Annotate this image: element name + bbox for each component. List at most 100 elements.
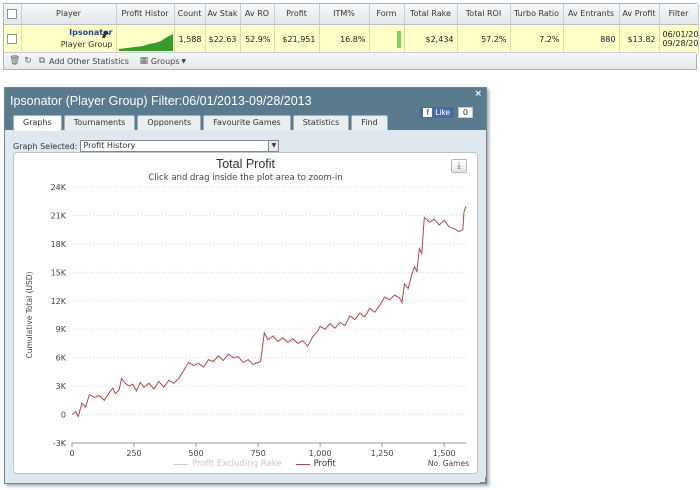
col-av-stake[interactable]: Av Stak (205, 4, 241, 25)
tab-find[interactable]: Find (351, 115, 388, 130)
x-axis-title: No. Games (427, 459, 469, 468)
player-cell[interactable]: Ipsonator Player Group (21, 24, 117, 54)
groups-button[interactable]: ▦ Groups ▼ (139, 56, 186, 66)
trash-icon[interactable]: 🗑 (9, 56, 20, 66)
total-roi-cell: 57.2% (457, 24, 511, 54)
profit-history-sparkline-cell (116, 24, 175, 54)
legend-line-swatch (174, 463, 188, 465)
col-count[interactable]: Count (174, 4, 206, 25)
profit-chart[interactable]: Total Profit Click and drag inside the p… (13, 152, 478, 474)
facebook-like-button[interactable]: f Like (419, 107, 454, 118)
player-group-label: Player Group (60, 40, 113, 49)
chart-plot-area[interactable]: -3K03K6K9K12K15K18K21K24K0 250 500 750 1,000… (14, 153, 479, 475)
col-av-entrants[interactable]: Av Entrants (563, 4, 620, 25)
stats-table: Player Profit Histor Count Av Stak Av RO… (4, 4, 699, 54)
player-graph-dialog: Ipsonator (Player Group) Filter:06/01/20… (4, 87, 487, 484)
graph-select[interactable]: Profit History ▼ (80, 140, 280, 152)
legend-item-profit-excluding-rake[interactable]: Profit Excluding Rake (174, 459, 282, 469)
tab-statistics[interactable]: Statistics (292, 115, 350, 130)
legend-label: Profit (313, 459, 336, 469)
av-stake-cell: $22.63 (205, 24, 241, 54)
rider-icon (101, 30, 109, 38)
copy-icon: ⧉ (38, 56, 46, 66)
graph-select-value: Profit History (83, 141, 136, 150)
count-cell: 1,588 (174, 24, 206, 54)
select-all-header[interactable] (4, 4, 22, 25)
col-av-roi[interactable]: Av RO (240, 4, 275, 25)
col-total-rake[interactable]: Total Rake (404, 4, 458, 25)
facebook-like-widget[interactable]: f Like 0 (419, 107, 473, 118)
col-player[interactable]: Player (21, 4, 117, 25)
dialog-header[interactable]: Ipsonator (Player Group) Filter:06/01/20… (5, 88, 486, 131)
stats-panel: Player Profit Histor Count Av Stak Av RO… (3, 3, 699, 70)
legend-item-profit[interactable]: Profit (295, 459, 336, 469)
itm-cell: 16.8% (319, 24, 370, 54)
profit-cell: $21,951 (274, 24, 320, 54)
col-total-roi[interactable]: Total ROI (457, 4, 511, 25)
tab-graphs[interactable]: Graphs (13, 115, 62, 131)
y-tick-label: 6K (56, 354, 67, 363)
y-tick-label: 18K (51, 240, 67, 249)
add-other-statistics-button[interactable]: ⧉ Add Other Statistics (37, 56, 129, 66)
dialog-tabs: Graphs Tournaments Opponents Favourite G… (13, 115, 388, 131)
col-filter[interactable]: Filter (659, 4, 699, 25)
filter-start-date: 06/01/20 (662, 30, 698, 39)
y-tick-label: 9K (56, 325, 67, 334)
tab-tournaments[interactable]: Tournaments (63, 115, 136, 130)
col-profit-history[interactable]: Profit Histor (116, 4, 175, 25)
sparkline-fill (118, 33, 173, 51)
x-tick-label: 750 (250, 449, 265, 458)
series-line-profit (71, 206, 467, 418)
y-tick-label: 0 (61, 411, 66, 420)
av-profit-cell: $13.82 (619, 24, 660, 54)
col-profit[interactable]: Profit (274, 4, 320, 25)
row-checkbox[interactable] (7, 34, 18, 44)
table-header-row: Player Profit Histor Count Av Stak Av RO… (4, 4, 699, 25)
facebook-icon: f (423, 108, 433, 117)
chart-legend: Profit Excluding Rake Profit (174, 459, 336, 469)
col-av-profit[interactable]: Av Profit (619, 4, 660, 25)
col-form[interactable]: Form (369, 4, 405, 25)
table-row[interactable]: Ipsonator Player Group 1,588 $22.63 52.9… (4, 24, 699, 54)
form-bar (396, 30, 401, 48)
y-tick-label: 21K (51, 211, 67, 220)
x-tick-label: 500 (188, 449, 203, 458)
resize-grip[interactable] (480, 477, 486, 483)
profit-sparkline (118, 33, 173, 51)
tab-opponents[interactable]: Opponents (137, 115, 202, 130)
x-tick-label: 1,500 (433, 449, 456, 458)
x-tick-label: 0 (69, 449, 74, 458)
av-entrants-cell: 880 (563, 24, 620, 54)
x-tick-label: 1,250 (371, 449, 394, 458)
col-turbo-ratio[interactable]: Turbo Ratio (510, 4, 564, 25)
legend-label: Profit Excluding Rake (192, 459, 282, 469)
graph-selector-row: Graph Selected: Profit History ▼ (13, 140, 280, 152)
graph-selected-label: Graph Selected: (13, 141, 78, 151)
turbo-ratio-cell: 7.2% (510, 24, 564, 54)
x-tick-label: 1,000 (309, 449, 332, 458)
tab-favourite-games[interactable]: Favourite Games (203, 115, 291, 130)
y-tick-label: 15K (51, 268, 67, 277)
av-roi-cell: 52.9% (240, 24, 275, 54)
table-toolbar: 🗑 ↻ ⧉ Add Other Statistics ▦ Groups ▼ (4, 52, 696, 69)
groups-icon: ▦ (139, 56, 149, 66)
y-tick-label: 12K (51, 297, 67, 306)
select-all-checkbox[interactable] (7, 8, 18, 19)
dialog-title: Ipsonator (Player Group) Filter:06/01/20… (10, 94, 312, 108)
y-tick-label: 3K (56, 382, 67, 391)
form-cell (369, 24, 405, 54)
chevron-down-icon[interactable]: ▼ (268, 141, 279, 151)
add-other-statistics-label: Add Other Statistics (49, 56, 129, 66)
row-select-cell[interactable] (4, 24, 22, 54)
close-icon[interactable]: × (474, 89, 482, 99)
total-rake-cell: $2,434 (404, 24, 458, 54)
y-axis-title: Cumulative Total (USD) (25, 271, 34, 358)
refresh-icon[interactable]: ↻ (23, 56, 33, 66)
facebook-like-count: 0 (457, 107, 473, 118)
chevron-down-icon: ▼ (181, 57, 187, 65)
col-itm[interactable]: ITM% (319, 4, 370, 25)
legend-line-swatch (295, 463, 310, 465)
facebook-like-label: Like (435, 108, 450, 117)
x-tick-label: 250 (126, 449, 141, 458)
filter-end-date: 09/28/20 (662, 39, 698, 48)
